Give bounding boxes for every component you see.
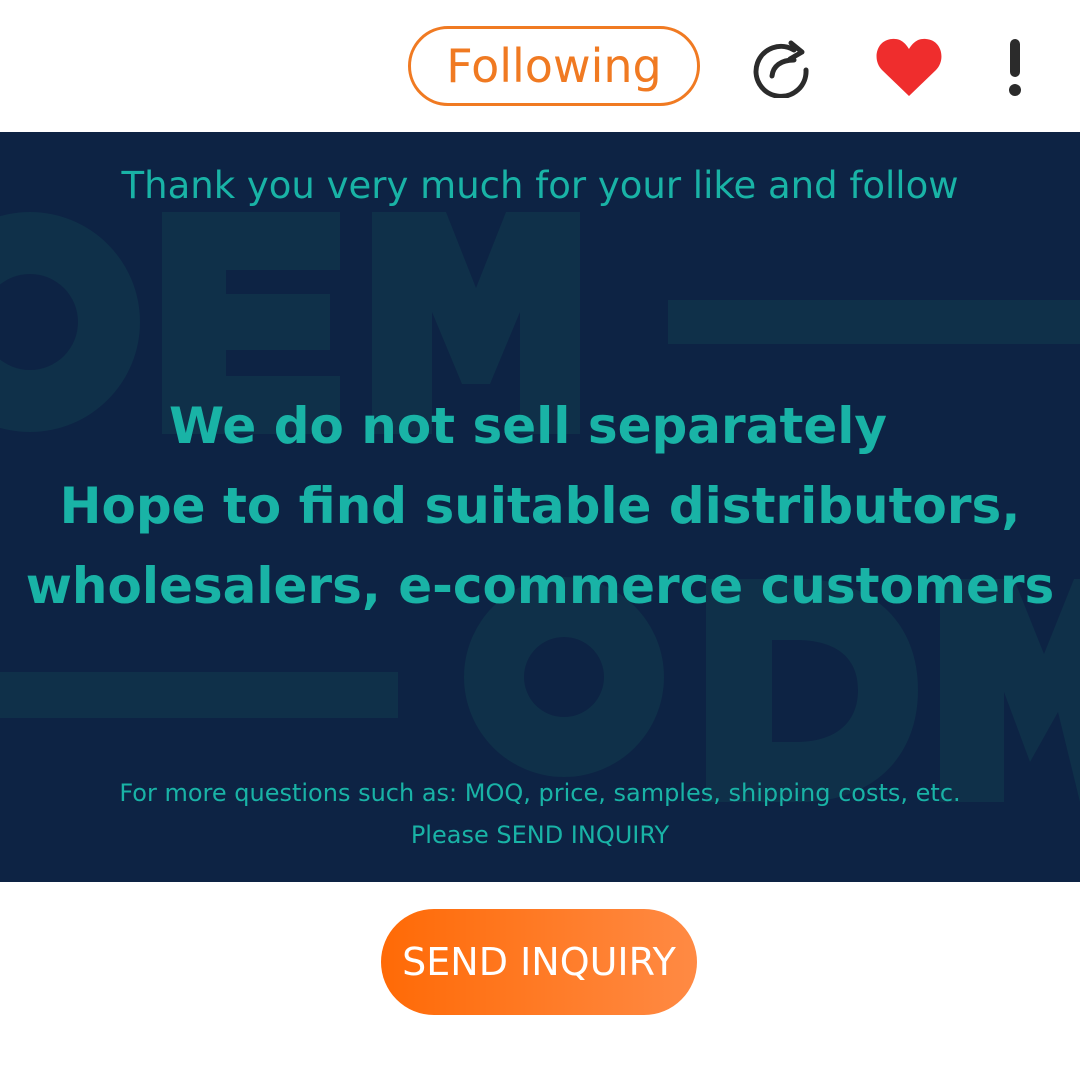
product-detail-page: Following Thank you very much for your l…: [0, 0, 1080, 1081]
headline-line: wholesalers, e-commerce customers: [25, 557, 1055, 615]
top-toolbar: Following: [0, 0, 1080, 132]
promo-banner: Thank you very much for your like and fo…: [0, 132, 1080, 882]
headline-line: Hope to find suitable distributors,: [59, 477, 1021, 535]
footnote-line: Please SEND INQUIRY: [410, 821, 670, 849]
send-inquiry-button[interactable]: SEND INQUIRY: [381, 909, 697, 1015]
thanks-message: Thank you very much for your like and fo…: [121, 164, 959, 207]
headline-line: We do not sell separately: [169, 397, 887, 455]
heart-icon[interactable]: [874, 34, 944, 98]
footnote-line: For more questions such as: MOQ, price, …: [119, 779, 961, 807]
more-options-icon[interactable]: [998, 36, 1032, 98]
share-icon[interactable]: [750, 38, 814, 98]
following-button[interactable]: Following: [408, 26, 700, 106]
